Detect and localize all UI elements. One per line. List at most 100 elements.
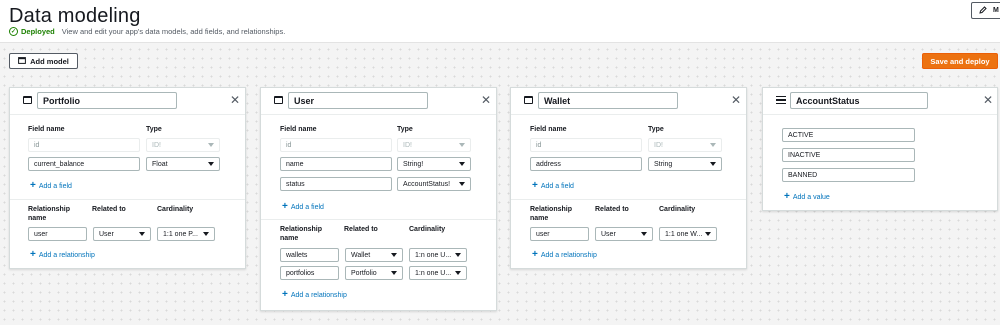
model-card-wallet: Wallet ✕ Field name Type id ID! address … — [510, 87, 747, 269]
field-type-select[interactable]: String — [648, 157, 722, 171]
caret-down-icon — [710, 143, 716, 147]
card-header: User ✕ — [261, 88, 496, 112]
related-to-select[interactable]: User — [595, 227, 653, 241]
caret-down-icon — [203, 232, 209, 236]
field-name-header: Field name — [530, 126, 567, 133]
field-type-select[interactable]: ID! — [397, 138, 471, 152]
caret-down-icon — [391, 253, 397, 257]
add-model-button[interactable]: Add model — [9, 53, 78, 69]
type-header: Type — [397, 126, 413, 133]
caret-down-icon — [459, 182, 465, 186]
model-name-input[interactable]: User — [288, 92, 428, 109]
divider — [763, 114, 997, 115]
cardinality-select[interactable]: 1:1 one P... — [157, 227, 215, 241]
relationship-name-input[interactable]: wallets — [280, 248, 339, 262]
related-to-header: Related to — [595, 206, 629, 213]
add-value-link[interactable]: + Add a value — [784, 192, 830, 202]
type-header: Type — [648, 126, 664, 133]
related-to-value: User — [99, 230, 114, 238]
plus-icon: + — [30, 249, 36, 260]
field-type-value: String — [654, 160, 673, 168]
field-name-input[interactable]: id — [280, 138, 392, 152]
relationship-name-input[interactable]: user — [530, 227, 589, 241]
add-relationship-link[interactable]: + Add a relationship — [30, 250, 95, 260]
add-relationship-label: Add a relationship — [38, 251, 95, 259]
top-right-button[interactable]: M — [971, 2, 1000, 19]
divider — [511, 199, 746, 200]
cardinality-select[interactable]: 1:1 one W... — [659, 227, 717, 241]
relationship-header-line1: Relationship — [28, 206, 71, 213]
field-name-input[interactable]: name — [280, 157, 392, 171]
field-name-input[interactable]: status — [280, 177, 392, 191]
page-header: Data modeling ✓ Deployed View and edit y… — [0, 0, 1000, 43]
caret-down-icon — [208, 143, 214, 147]
model-name-input[interactable]: Portfolio — [37, 92, 177, 109]
field-name-input[interactable]: current_balance — [28, 157, 140, 171]
caret-down-icon — [641, 232, 647, 236]
cardinality-value: 1:1 one P... — [163, 230, 198, 238]
enum-value-input[interactable]: BANNED — [782, 168, 915, 182]
status-badge: ✓ Deployed — [9, 27, 55, 36]
caret-down-icon — [391, 271, 397, 275]
related-to-select[interactable]: Wallet — [345, 248, 403, 262]
relationship-header: Relationship name — [28, 205, 70, 223]
save-and-deploy-button[interactable]: Save and deploy — [922, 53, 998, 69]
caret-down-icon — [459, 143, 465, 147]
close-icon[interactable]: ✕ — [230, 94, 240, 106]
enum-value-input[interactable]: ACTIVE — [782, 128, 915, 142]
relationship-name-input[interactable]: user — [28, 227, 87, 241]
enum-value-input[interactable]: INACTIVE — [782, 148, 915, 162]
divider — [10, 114, 245, 115]
field-name-input[interactable]: id — [28, 138, 140, 152]
enum-name-input[interactable]: AccountStatus — [790, 92, 928, 109]
relationship-header-line2: name — [280, 235, 299, 242]
add-field-link[interactable]: + Add a field — [532, 181, 574, 191]
related-to-select[interactable]: Portfolio — [345, 266, 403, 280]
cardinality-header: Cardinality — [157, 206, 194, 213]
add-relationship-link[interactable]: + Add a relationship — [532, 250, 597, 260]
caret-down-icon — [455, 271, 461, 275]
plus-icon: + — [532, 180, 538, 191]
cardinality-select[interactable]: 1:n one U... — [409, 248, 467, 262]
add-field-link[interactable]: + Add a field — [282, 202, 324, 212]
field-type-select[interactable]: String! — [397, 157, 471, 171]
type-header: Type — [146, 126, 162, 133]
cardinality-select[interactable]: 1:n one U... — [409, 266, 467, 280]
field-type-value: AccountStatus! — [403, 180, 451, 188]
status-line: ✓ Deployed View and edit your app's data… — [9, 27, 285, 36]
related-to-header: Related to — [92, 206, 126, 213]
plus-icon: + — [784, 191, 790, 202]
close-icon[interactable]: ✕ — [481, 94, 491, 106]
caret-down-icon — [710, 162, 716, 166]
cardinality-header: Cardinality — [409, 226, 446, 233]
relationship-name-input[interactable]: portfolios — [280, 266, 339, 280]
caret-down-icon — [459, 162, 465, 166]
page-description: View and edit your app's data models, ad… — [61, 27, 286, 36]
divider — [10, 199, 245, 200]
plus-icon: + — [282, 289, 288, 300]
relationship-header: Relationship name — [530, 205, 572, 223]
plus-icon: + — [30, 180, 36, 191]
close-icon[interactable]: ✕ — [731, 94, 741, 106]
field-name-input[interactable]: address — [530, 157, 642, 171]
field-name-input[interactable]: id — [530, 138, 642, 152]
field-type-select[interactable]: AccountStatus! — [397, 177, 471, 191]
table-icon — [23, 96, 32, 104]
field-type-select[interactable]: ID! — [648, 138, 722, 152]
field-type-value: String! — [403, 160, 424, 168]
related-to-select[interactable]: User — [93, 227, 151, 241]
add-relationship-label: Add a relationship — [540, 251, 597, 259]
plus-icon: + — [532, 249, 538, 260]
caret-down-icon — [455, 253, 461, 257]
relationship-header: Relationship name — [280, 225, 322, 243]
field-type-select[interactable]: ID! — [146, 138, 220, 152]
field-name-header: Field name — [28, 126, 65, 133]
close-icon[interactable]: ✕ — [983, 94, 993, 106]
add-relationship-link[interactable]: + Add a relationship — [282, 290, 347, 300]
model-card-portfolio: Portfolio ✕ Field name Type id ID! curre… — [9, 87, 246, 269]
card-header: Portfolio ✕ — [10, 88, 245, 112]
field-type-select[interactable]: Float — [146, 157, 220, 171]
model-name-input[interactable]: Wallet — [538, 92, 678, 109]
field-type-value: ID! — [403, 141, 412, 149]
add-field-link[interactable]: + Add a field — [30, 181, 72, 191]
